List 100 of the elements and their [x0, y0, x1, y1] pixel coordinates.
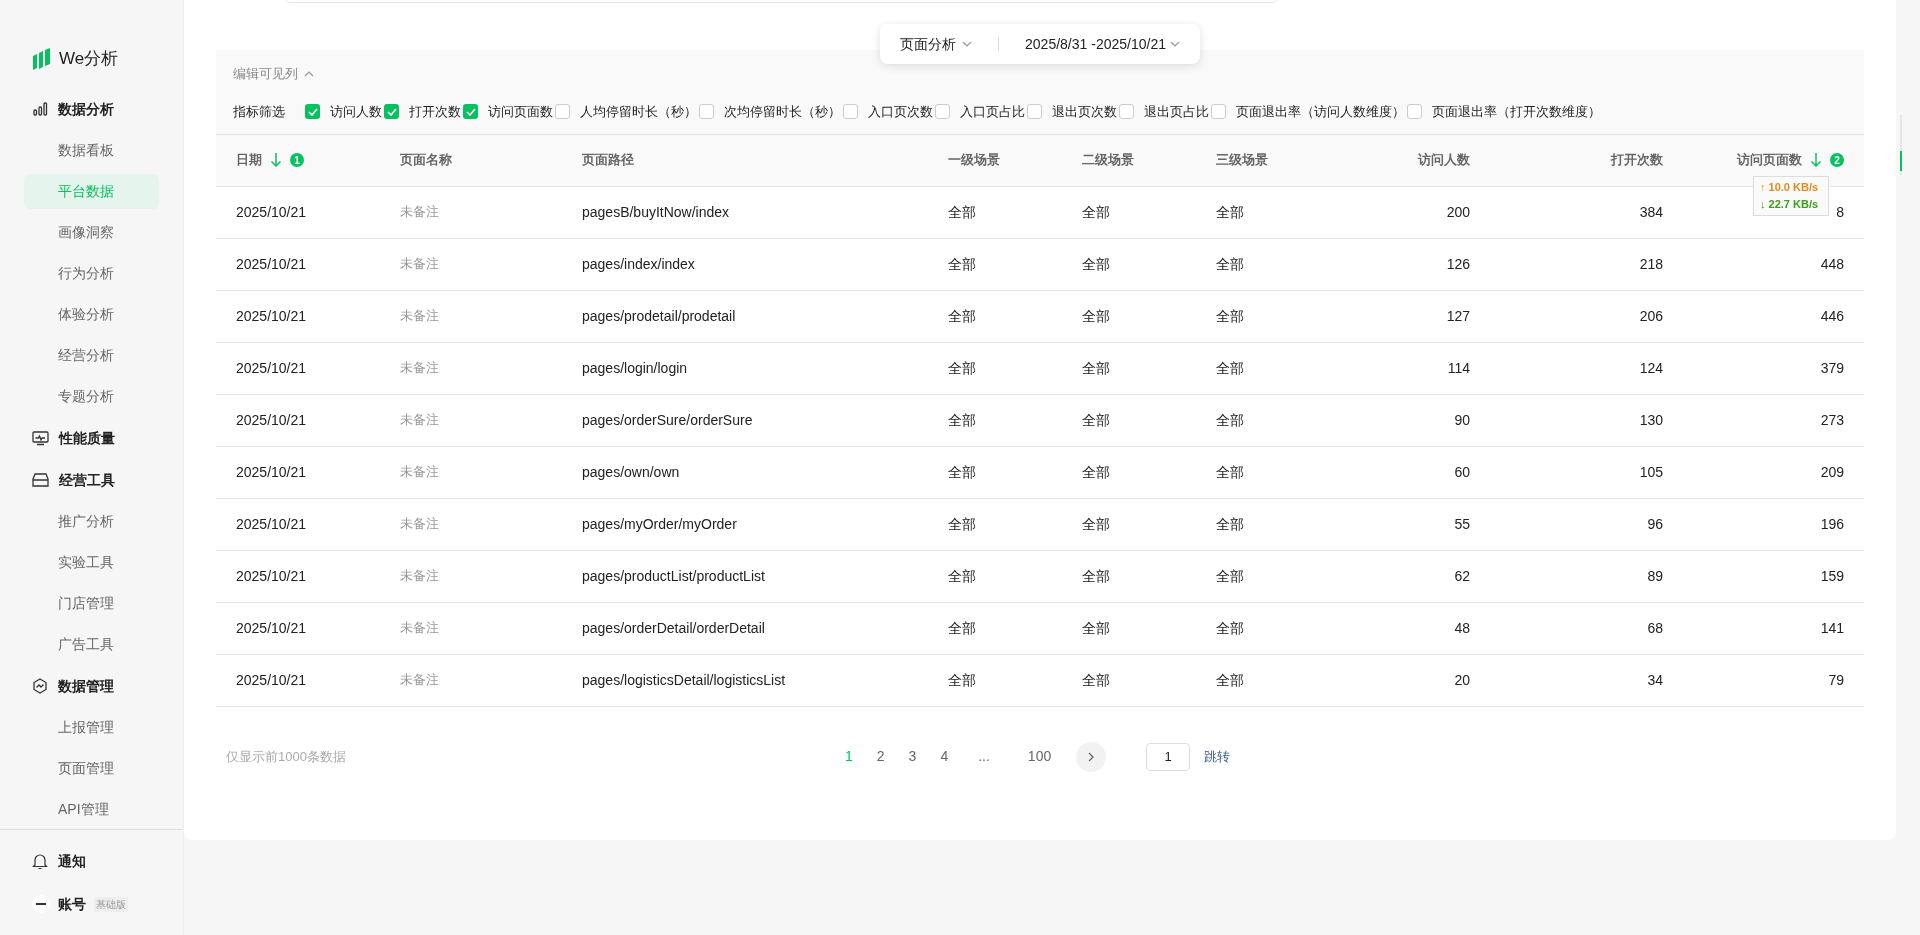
- table-cell-text: pages/login/login: [582, 358, 688, 378]
- nav-group[interactable]: 经营工具: [0, 459, 183, 501]
- table-cell-text: 全部: [948, 462, 976, 482]
- table-cell-text: 206: [1639, 306, 1663, 326]
- table-cell-text: pages/orderSure/orderSure: [582, 410, 753, 430]
- column-header[interactable]: 二级场景: [1082, 150, 1134, 170]
- table-cell-text: 200: [1446, 202, 1470, 222]
- column-header[interactable]: 一级场景: [948, 150, 1000, 170]
- nav-item[interactable]: 页面管理: [24, 751, 159, 786]
- checkbox[interactable]: [305, 104, 320, 120]
- account-link[interactable]: 账号: [58, 893, 86, 915]
- storefront-icon: [32, 472, 49, 488]
- table-cell-text: 全部: [1216, 618, 1244, 638]
- next-page-button[interactable]: [1076, 741, 1107, 772]
- sort-down-icon[interactable]: [270, 152, 282, 168]
- page-link[interactable]: ...: [969, 742, 999, 771]
- table-cell-text: 全部: [1216, 410, 1244, 430]
- table-cell-text: 未备注: [400, 515, 439, 534]
- edit-columns-toggle[interactable]: 编辑可见列: [233, 64, 298, 84]
- table-cell-text: 2025/10/21: [236, 514, 307, 534]
- checkbox[interactable]: [1027, 104, 1042, 120]
- nav-group-label: 性能质量: [59, 428, 115, 448]
- column-header[interactable]: 页面名称: [400, 150, 452, 170]
- column-header[interactable]: 页面路径: [582, 150, 634, 170]
- nav-item[interactable]: 行为分析: [24, 256, 159, 291]
- table-cell-text: 全部: [948, 358, 976, 378]
- nav-group[interactable]: 数据管理: [0, 665, 183, 707]
- table-cell-text: 2025/10/21: [236, 202, 307, 222]
- nav-group[interactable]: 性能质量: [0, 417, 183, 459]
- table-cell-text: 62: [1454, 566, 1470, 586]
- date-range-picker[interactable]: 2025/8/31 -2025/10/21: [1025, 33, 1180, 55]
- column-header[interactable]: 访问页面数: [1737, 150, 1802, 170]
- page-link[interactable]: 3: [899, 742, 926, 771]
- table-cell-text: 2025/10/21: [236, 254, 307, 274]
- table-cell-text: 273: [1820, 410, 1844, 430]
- analysis-dropdown[interactable]: 页面分析: [900, 33, 973, 55]
- column-header[interactable]: 日期: [236, 150, 262, 170]
- checkbox[interactable]: [843, 104, 858, 120]
- nav-item[interactable]: 数据看板: [24, 133, 159, 168]
- nav-item[interactable]: 经营分析: [24, 338, 159, 373]
- nav-item[interactable]: 画像洞察: [24, 215, 159, 250]
- nav-item[interactable]: 体验分析: [24, 297, 159, 332]
- nav-group[interactable]: 数据分析: [0, 88, 183, 130]
- nav-item[interactable]: 专题分析: [24, 379, 159, 414]
- column-header[interactable]: 三级场景: [1216, 150, 1268, 170]
- checkbox[interactable]: [555, 104, 570, 120]
- page-link[interactable]: 4: [931, 742, 958, 771]
- table-cell-text: 79: [1828, 670, 1844, 690]
- table-cell-text: 209: [1820, 462, 1844, 482]
- table-cell-text: 全部: [1082, 618, 1110, 638]
- filter-label: 指标筛选: [233, 103, 285, 121]
- table-cell-text: 379: [1820, 358, 1844, 378]
- jump-button[interactable]: 跳转: [1204, 746, 1231, 767]
- checkbox[interactable]: [384, 104, 399, 120]
- scrollbar: [1900, 115, 1902, 175]
- table-cell-text: 全部: [1082, 410, 1110, 430]
- page-input[interactable]: 1: [1146, 742, 1191, 771]
- table-cell-text: 141: [1820, 618, 1844, 638]
- upload-speed: ↑ 10.0 KB/s: [1760, 180, 1820, 195]
- checkbox[interactable]: [463, 104, 478, 120]
- table-cell-text: 未备注: [400, 619, 439, 638]
- column-header[interactable]: 访问人数: [1418, 150, 1470, 170]
- table-cell-text: 全部: [948, 202, 976, 222]
- check-icon: [386, 107, 397, 116]
- table-cell-text: 90: [1454, 410, 1470, 430]
- column-header[interactable]: 打开次数: [1611, 150, 1663, 170]
- checkbox[interactable]: [1211, 104, 1226, 120]
- table-cell-text: 全部: [1216, 358, 1244, 378]
- checkbox-label: 人均停留时长（秒）: [580, 103, 697, 121]
- hexagon-chart-icon: [32, 678, 48, 694]
- nav-item[interactable]: 推广分析: [24, 504, 159, 539]
- table-cell-text: 未备注: [400, 203, 439, 222]
- nav-item[interactable]: 上报管理: [24, 710, 159, 745]
- table-cell-text: 8: [1836, 202, 1844, 222]
- table-cell-text: 全部: [1082, 514, 1110, 534]
- sort-order-badge: 2: [1830, 153, 1844, 167]
- sort-order-badge: 1: [290, 153, 304, 167]
- monitor-icon: [32, 430, 49, 446]
- checkbox-label: 退出页次数: [1052, 103, 1117, 121]
- nav-item[interactable]: 广告工具: [24, 627, 159, 662]
- table-cell-text: 全部: [948, 618, 976, 638]
- nav-item[interactable]: 门店管理: [24, 586, 159, 621]
- table-cell-text: 2025/10/21: [236, 462, 307, 482]
- table-cell-text: 全部: [1082, 306, 1110, 326]
- checkbox[interactable]: [1407, 104, 1422, 120]
- notification-link[interactable]: 通知: [58, 850, 86, 872]
- sort-down-icon[interactable]: [1810, 152, 1822, 168]
- table-cell-text: pages/myOrder/myOrder: [582, 514, 737, 534]
- nav-item[interactable]: API管理: [24, 792, 159, 827]
- table-cell-text: pages/prodetail/prodetail: [582, 306, 736, 326]
- checkbox[interactable]: [699, 104, 714, 120]
- table-cell-text: 60: [1454, 462, 1470, 482]
- checkbox[interactable]: [1119, 104, 1134, 120]
- page-link[interactable]: 2: [867, 742, 894, 771]
- table-cell-text: 未备注: [400, 359, 439, 378]
- nav-item[interactable]: 实验工具: [24, 545, 159, 580]
- table-cell-text: 2025/10/21: [236, 410, 307, 430]
- page-link[interactable]: 100: [1018, 742, 1061, 771]
- checkbox[interactable]: [935, 104, 950, 120]
- table-cell-text: 全部: [1216, 670, 1244, 690]
